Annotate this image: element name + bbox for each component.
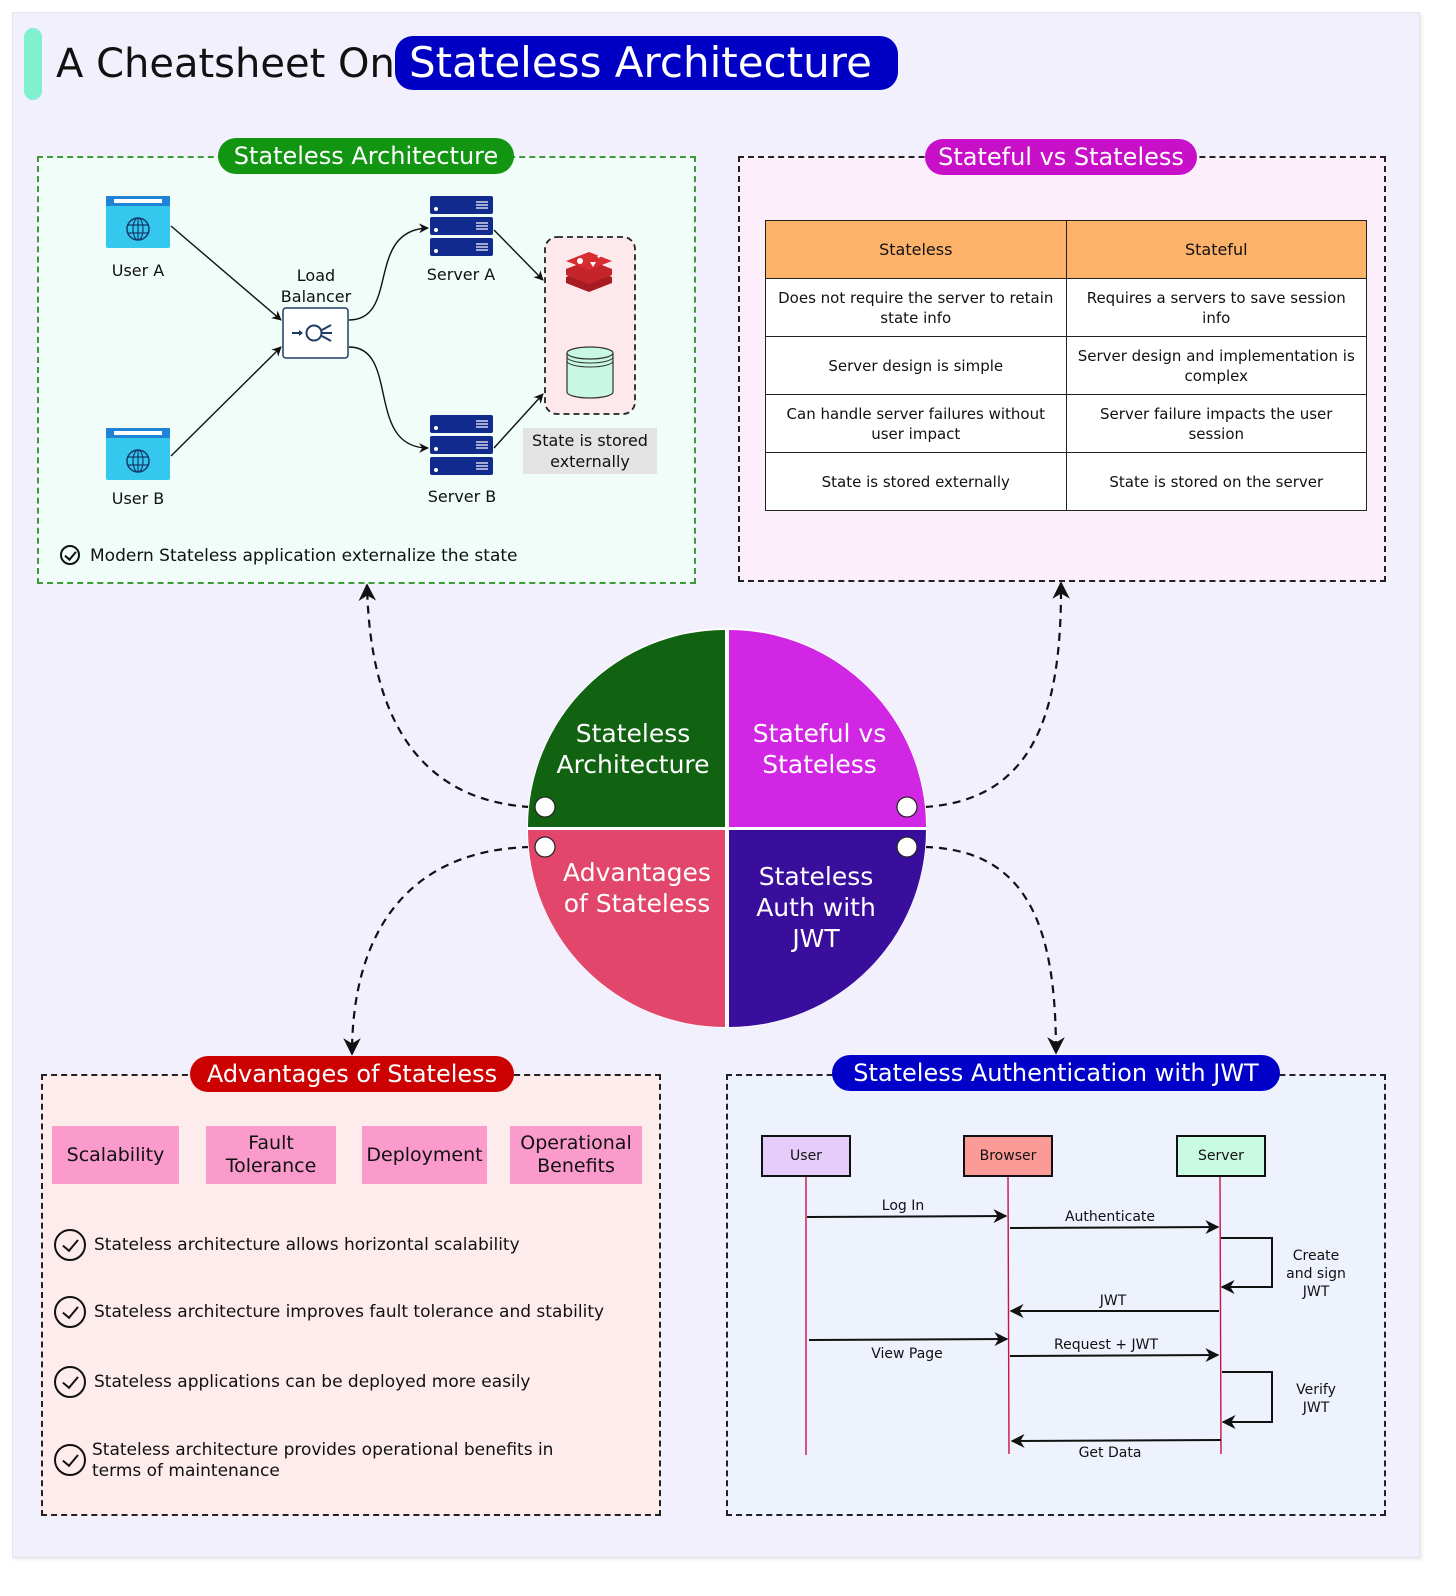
table-cell: Can handle server failures without user … [765, 394, 1067, 453]
advantage-text: Stateless architecture provides operatio… [92, 1440, 554, 1481]
actor-browser: Browser [963, 1135, 1053, 1177]
table-cell: State is stored on the server [1065, 452, 1367, 511]
table-row: State is stored externally State is stor… [765, 452, 1367, 511]
tag-scalability: Scalability [52, 1126, 179, 1184]
check-circle-icon [60, 545, 80, 565]
load-balancer-label: Load Balancer [280, 266, 352, 306]
section-title-jwt-auth: Stateless Authentication with JWT [832, 1055, 1280, 1091]
table-cell: Server design is simple [765, 336, 1067, 395]
table-row: Does not require the server to retain st… [765, 278, 1367, 337]
message-label-view-page: View Page [871, 1346, 943, 1362]
column-header-stateful: Stateful [1065, 220, 1367, 279]
message-label-log-in: Log In [881, 1198, 925, 1214]
server-a-label: Server A [426, 265, 496, 284]
section-title-stateful-vs-stateless: Stateful vs Stateless [925, 139, 1197, 175]
table-cell: State is stored externally [765, 452, 1067, 511]
page-title-prefix: A Cheatsheet On [56, 41, 395, 87]
tag-deployment: Deployment [362, 1126, 487, 1184]
section-title-advantages: Advantages of Stateless [190, 1056, 514, 1092]
server-b-label: Server B [427, 487, 497, 506]
architecture-note: Modern Stateless application externalize… [90, 546, 518, 566]
actor-server: Server [1176, 1135, 1266, 1177]
table-cell: Requires a servers to save session info [1065, 278, 1367, 337]
message-label-create-sign-jwt: Create and sign JWT [1286, 1248, 1346, 1300]
tag-operational-benefits: Operational Benefits [510, 1126, 642, 1184]
table-cell: Server design and implementation is comp… [1065, 336, 1367, 395]
advantage-text: Stateless architecture allows horizontal… [94, 1235, 520, 1255]
table-row: Server design is simple Server design an… [765, 336, 1367, 395]
message-label-authenticate: Authenticate [1064, 1209, 1156, 1225]
check-circle-icon [54, 1229, 86, 1261]
user-b-label: User B [111, 489, 165, 508]
message-label-request-jwt: Request + JWT [1053, 1337, 1159, 1353]
actor-user: User [761, 1135, 851, 1177]
message-label-verify-jwt: Verify JWT [1296, 1382, 1336, 1416]
check-circle-icon [54, 1444, 86, 1476]
title-accent-bar [24, 28, 42, 100]
hub-label-stateless-architecture: Stateless Architecture [556, 719, 710, 779]
message-label-jwt: JWT [1099, 1293, 1127, 1309]
hub-label-jwt-auth: Stateless Auth with JWT [756, 862, 876, 953]
check-circle-icon [54, 1296, 86, 1328]
comparison-table: Stateless Stateful Does not require the … [765, 220, 1367, 511]
table-row: Can handle server failures without user … [765, 394, 1367, 453]
panel-stateless-architecture [37, 156, 696, 584]
state-store-note: State is stored externally [523, 428, 657, 474]
check-circle-icon [54, 1366, 86, 1398]
tag-fault-tolerance: Fault Tolerance [206, 1126, 336, 1184]
table-cell: Server failure impacts the user session [1065, 394, 1367, 453]
column-header-stateless: Stateless [765, 220, 1067, 279]
table-header-row: Stateless Stateful [765, 220, 1367, 279]
page-title-highlight: Stateless Architecture [395, 36, 898, 90]
advantage-text: Stateless architecture improves fault to… [94, 1302, 605, 1322]
hub-label-advantages: Advantages of Stateless [563, 858, 711, 918]
user-a-label: User A [111, 261, 165, 280]
advantage-text: Stateless applications can be deployed m… [94, 1372, 531, 1392]
message-label-get-data: Get Data [1078, 1445, 1142, 1461]
hub-label-stateful-vs-stateless: Stateful vs Stateless [752, 719, 887, 779]
table-cell: Does not require the server to retain st… [765, 278, 1067, 337]
section-title-stateless-architecture: Stateless Architecture [218, 138, 514, 174]
